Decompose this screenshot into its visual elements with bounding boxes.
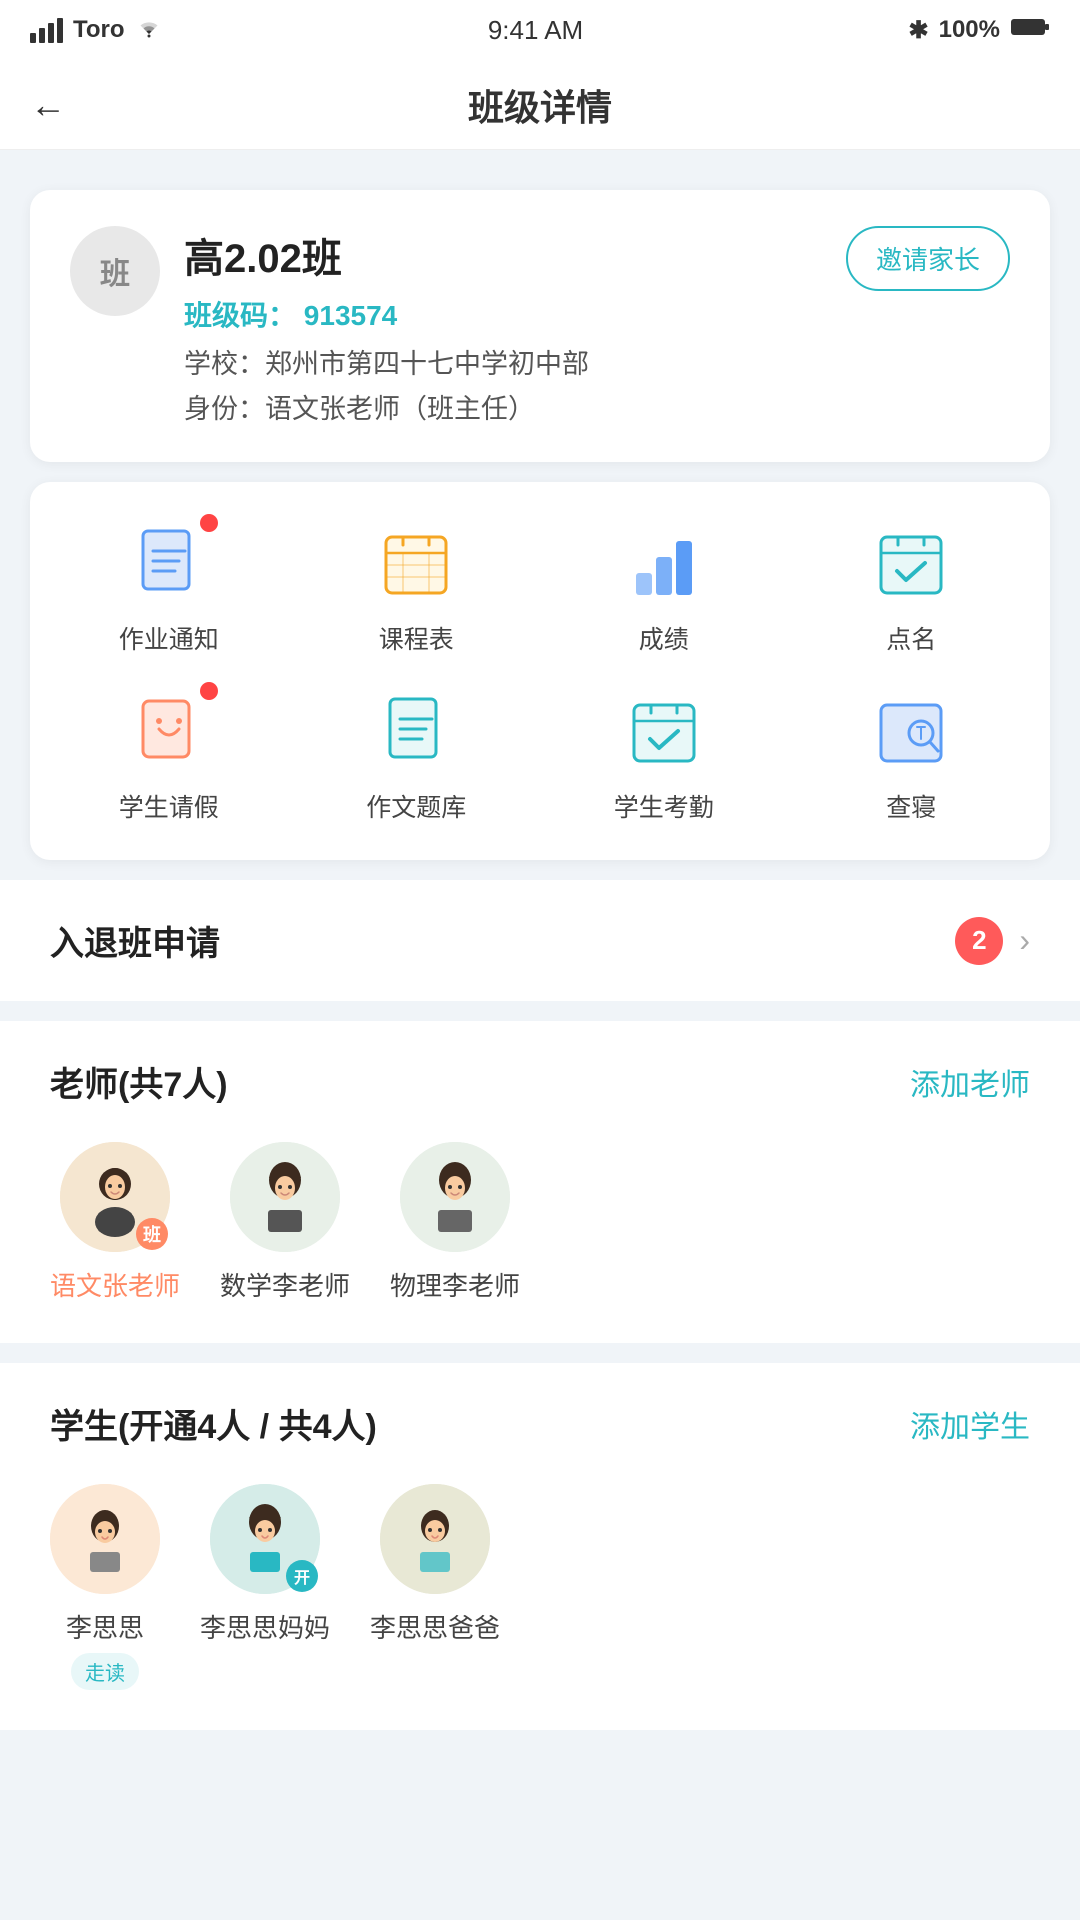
schedule-icon	[376, 523, 456, 603]
teacher-item-1[interactable]: 班 语文张老师	[50, 1142, 180, 1303]
attendance-icon	[871, 523, 951, 603]
student-item-1[interactable]: 李思思 走读	[50, 1484, 160, 1690]
menu-item-homework[interactable]: 作业通知	[50, 518, 288, 656]
status-time: 9:41 AM	[488, 15, 583, 46]
class-details: 高2.02班 班级码： 913574 学校：郑州市第四十七中学初中部 身份：语文…	[184, 226, 822, 426]
menu-grid: 作业通知 课程表	[50, 518, 1030, 824]
page-title: 班级详情	[468, 79, 612, 131]
teacher-avatar-3	[400, 1142, 510, 1252]
main-content: 班 高2.02班 班级码： 913574 学校：郑州市第四十七中学初中部 身份：…	[0, 150, 1080, 1770]
schedule-label: 课程表	[379, 620, 454, 656]
carrier-label: Toro	[73, 16, 125, 44]
teachers-header: 老师(共7人) 添加老师	[50, 1057, 1030, 1106]
teacher-item-2[interactable]: 数学李老师	[220, 1142, 350, 1303]
student-name-3: 李思思爸爸	[370, 1608, 500, 1645]
students-section: 学生(开通4人 / 共4人) 添加学生 李思思	[0, 1363, 1080, 1730]
open-badge-student2: 开	[286, 1560, 318, 1592]
teacher-item-3[interactable]: 物理李老师	[390, 1142, 520, 1303]
applications-right: 2 ›	[955, 917, 1030, 965]
applications-title: 入退班申请	[50, 916, 220, 965]
menu-item-essay[interactable]: 作文题库	[298, 686, 536, 824]
leave-icon	[129, 691, 209, 771]
grades-icon-wrap	[619, 518, 709, 608]
menu-item-attendance[interactable]: 点名	[793, 518, 1031, 656]
teacher-name-1: 语文张老师	[50, 1266, 180, 1303]
students-list: 李思思 走读 开	[50, 1484, 1030, 1690]
class-code: 班级码： 913574	[184, 294, 822, 334]
check-label: 学生考勤	[614, 788, 714, 824]
wifi-icon	[135, 16, 163, 45]
applications-count: 2	[955, 917, 1003, 965]
essay-icon-wrap	[371, 686, 461, 776]
check-icon-wrap	[619, 686, 709, 776]
applications-row[interactable]: 入退班申请 2 ›	[0, 880, 1080, 1001]
status-right: ✱ 100%	[908, 16, 1050, 45]
student-avatar-3	[380, 1484, 490, 1594]
class-identity: 身份：语文张老师（班主任）	[184, 387, 822, 426]
class-school: 学校：郑州市第四十七中学初中部	[184, 342, 822, 381]
grades-icon	[624, 523, 704, 603]
essay-label: 作文题库	[366, 788, 466, 824]
student-status-tag-1: 走读	[71, 1653, 139, 1690]
leave-badge	[200, 682, 218, 700]
homework-badge	[200, 514, 218, 532]
homework-label: 作业通知	[119, 620, 219, 656]
status-bar: Toro 9:41 AM ✱ 100%	[0, 0, 1080, 60]
chevron-right-icon: ›	[1019, 922, 1030, 959]
menu-item-check[interactable]: 学生考勤	[545, 686, 783, 824]
class-name: 高2.02班	[184, 226, 822, 284]
homework-icon-wrap	[124, 518, 214, 608]
homework-icon	[129, 523, 209, 603]
student-avatar-2: 开	[210, 1484, 320, 1594]
grades-label: 成绩	[639, 620, 689, 656]
student-name-2: 李思思妈妈	[200, 1608, 330, 1645]
student-avatar-1	[50, 1484, 160, 1594]
dorm-label: 查寝	[886, 788, 936, 824]
teacher-avatar-2	[230, 1142, 340, 1252]
class-code-value: 913574	[304, 300, 397, 331]
leave-label: 学生请假	[119, 788, 219, 824]
attendance-label: 点名	[886, 620, 936, 656]
class-info-top: 班 高2.02班 班级码： 913574 学校：郑州市第四十七中学初中部 身份：…	[70, 226, 1010, 426]
dorm-icon	[871, 691, 951, 771]
signal-icon	[30, 18, 63, 43]
teachers-list: 班 语文张老师 数学李老师	[50, 1142, 1030, 1303]
attendance-icon-wrap	[866, 518, 956, 608]
dorm-icon-wrap	[866, 686, 956, 776]
menu-card: 作业通知 课程表	[30, 482, 1050, 860]
class-avatar: 班	[70, 226, 160, 316]
student-item-3[interactable]: 李思思爸爸	[370, 1484, 500, 1690]
leave-icon-wrap	[124, 686, 214, 776]
add-teacher-button[interactable]: 添加老师	[910, 1060, 1030, 1104]
menu-item-grades[interactable]: 成绩	[545, 518, 783, 656]
battery-label: 100%	[939, 16, 1000, 44]
teacher-name-3: 物理李老师	[390, 1266, 520, 1303]
students-header: 学生(开通4人 / 共4人) 添加学生	[50, 1399, 1030, 1448]
invite-parents-button[interactable]: 邀请家长	[846, 226, 1010, 291]
page-header: ← 班级详情	[0, 60, 1080, 150]
add-student-button[interactable]: 添加学生	[910, 1402, 1030, 1446]
student-item-2[interactable]: 开 李思思妈妈	[200, 1484, 330, 1690]
teacher-name-2: 数学李老师	[220, 1266, 350, 1303]
head-teacher-badge: 班	[136, 1218, 168, 1250]
teachers-title: 老师(共7人)	[50, 1057, 228, 1106]
menu-item-leave[interactable]: 学生请假	[50, 686, 288, 824]
status-left: Toro	[30, 16, 163, 45]
schedule-icon-wrap	[371, 518, 461, 608]
teachers-section: 老师(共7人) 添加老师 班	[0, 1021, 1080, 1343]
students-title: 学生(开通4人 / 共4人)	[50, 1399, 377, 1448]
menu-item-schedule[interactable]: 课程表	[298, 518, 536, 656]
teacher-avatar-1: 班	[60, 1142, 170, 1252]
essay-icon	[376, 691, 456, 771]
bluetooth-icon: ✱	[908, 16, 928, 45]
battery-icon	[1010, 16, 1050, 45]
class-info-card: 班 高2.02班 班级码： 913574 学校：郑州市第四十七中学初中部 身份：…	[30, 190, 1050, 462]
back-button[interactable]: ←	[30, 84, 66, 126]
student-name-1: 李思思	[66, 1608, 144, 1645]
check-attendance-icon	[624, 691, 704, 771]
menu-item-dorm[interactable]: 查寝	[793, 686, 1031, 824]
